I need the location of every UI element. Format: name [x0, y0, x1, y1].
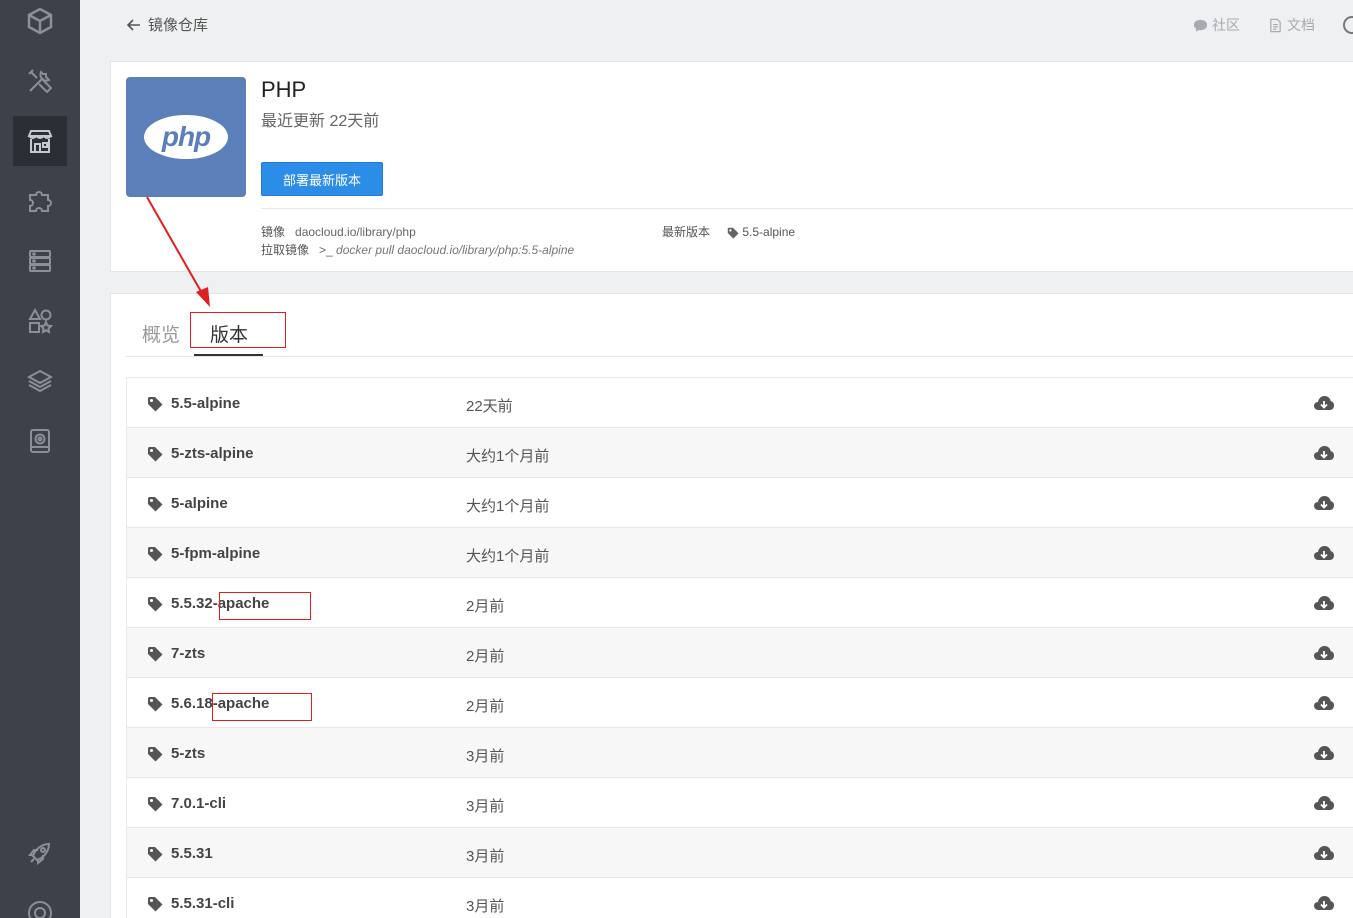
version-time: 22天前 — [466, 398, 513, 415]
image-updated: 最近更新 22天前 — [261, 113, 380, 130]
image-header-card: php PHP 最近更新 22天前 部署最新版本 镜像 daocloud.io/l… — [110, 61, 1353, 272]
php-logo: php — [126, 77, 246, 197]
version-row[interactable]: 7-zts 2月前 — [127, 628, 1353, 678]
cloud-download-icon[interactable] — [1313, 393, 1335, 413]
docs-label: 文档 — [1287, 17, 1315, 33]
puzzle-icon[interactable] — [13, 176, 67, 226]
pull-command[interactable]: docker pull daocloud.io/library/php:5.5-… — [336, 243, 574, 257]
version-list: 5.5-alpine 22天前 5-zts-alpine 大约1个月前 5-alpine… — [126, 377, 1353, 918]
shapes-icon[interactable] — [13, 296, 67, 346]
tools-icon[interactable] — [13, 56, 67, 106]
store-icon[interactable] — [13, 116, 67, 166]
cloud-download-icon[interactable] — [1313, 593, 1335, 613]
comment-icon — [1193, 19, 1208, 32]
cube-logo-icon[interactable] — [13, 0, 67, 46]
version-time: 2月前 — [466, 648, 505, 665]
help-icon[interactable] — [13, 888, 67, 918]
tag-icon — [147, 396, 163, 412]
active-tab-underline — [194, 354, 263, 356]
version-row[interactable]: 5-zts 3月前 — [127, 728, 1353, 778]
terminal-prompt: >_ — [319, 243, 333, 257]
version-time: 3月前 — [466, 798, 505, 815]
version-time: 2月前 — [466, 598, 505, 615]
version-name: 7.0.1-cli — [171, 795, 227, 812]
version-name: 7-zts — [171, 645, 206, 662]
camera-icon[interactable] — [13, 416, 67, 466]
server-icon[interactable] — [13, 236, 67, 286]
tag-icon — [147, 496, 163, 512]
tag-icon — [147, 446, 163, 462]
tag-icon — [147, 846, 163, 862]
community-label: 社区 — [1212, 17, 1240, 33]
deploy-latest-button[interactable]: 部署最新版本 — [261, 162, 383, 196]
sidebar — [0, 0, 80, 918]
divider — [261, 208, 1353, 209]
tag-icon — [147, 546, 163, 562]
document-icon — [1270, 18, 1281, 32]
rocket-icon[interactable] — [13, 828, 67, 878]
docs-link[interactable]: 文档 — [1268, 15, 1315, 35]
pull-meta: 拉取镜像 >_ docker pull daocloud.io/library/p… — [261, 241, 574, 258]
latest-meta: 最新版本 5.5-alpine — [662, 223, 795, 240]
version-row[interactable]: 5.5.31 3月前 — [127, 828, 1353, 878]
version-time: 2月前 — [466, 698, 505, 715]
cloud-download-icon[interactable] — [1313, 843, 1335, 863]
version-name: 5-zts — [171, 745, 206, 762]
cloud-download-icon[interactable] — [1313, 443, 1335, 463]
version-name: 5.5.31-cli — [171, 895, 235, 912]
pull-label: 拉取镜像 — [261, 243, 310, 257]
top-bar: 镜像仓库 社区 文档 — [80, 0, 1353, 50]
version-name: 5-fpm-alpine — [171, 545, 261, 562]
cloud-download-icon[interactable] — [1313, 693, 1335, 713]
version-row[interactable]: 5-fpm-alpine 大约1个月前 — [127, 528, 1353, 578]
version-row[interactable]: 5.5-alpine 22天前 — [127, 378, 1353, 428]
cloud-download-icon[interactable] — [1313, 543, 1335, 563]
cloud-download-icon[interactable] — [1313, 743, 1335, 763]
latest-value: 5.5-alpine — [742, 225, 796, 239]
arrow-left-icon — [126, 18, 140, 31]
back-link[interactable]: 镜像仓库 — [126, 14, 208, 35]
version-row[interactable]: 5-alpine 大约1个月前 — [127, 478, 1353, 528]
tag-icon — [147, 646, 163, 662]
version-name: 5-zts-alpine — [171, 445, 254, 462]
tag-icon — [728, 227, 739, 239]
version-row[interactable]: 7.0.1-cli 3月前 — [127, 778, 1353, 828]
image-meta: 镜像 daocloud.io/library/php — [261, 223, 416, 240]
tag-icon — [147, 896, 163, 912]
version-row[interactable]: 5-zts-alpine 大约1个月前 — [127, 428, 1353, 478]
cloud-download-icon[interactable] — [1313, 793, 1335, 813]
back-label: 镜像仓库 — [148, 17, 209, 34]
php-logo-text: php — [161, 121, 211, 152]
user-avatar-icon[interactable] — [1343, 16, 1353, 34]
version-row[interactable]: 5.5.31-cli 3月前 — [127, 878, 1353, 918]
annotation-box-tab — [190, 312, 286, 348]
version-time: 3月前 — [466, 898, 505, 915]
version-time: 大约1个月前 — [466, 448, 550, 465]
tag-icon — [147, 596, 163, 612]
image-title: PHP — [261, 77, 307, 102]
cloud-download-icon[interactable] — [1313, 893, 1335, 913]
tab-overview[interactable]: 概览 — [142, 320, 180, 347]
tag-icon — [147, 696, 163, 712]
tabs: 概览 版本 — [126, 312, 1353, 357]
layers-icon[interactable] — [13, 356, 67, 406]
version-time: 大约1个月前 — [466, 548, 550, 565]
version-name: 5.5.31 — [171, 845, 213, 862]
version-time: 3月前 — [466, 848, 505, 865]
image-label: 镜像 — [261, 225, 286, 239]
cloud-download-icon[interactable] — [1313, 493, 1335, 513]
version-name: 5-alpine — [171, 495, 228, 512]
version-name: 5.5-alpine — [171, 395, 241, 412]
annotation-box-apache-2 — [212, 693, 312, 721]
image-value: daocloud.io/library/php — [295, 225, 416, 239]
tag-icon — [147, 796, 163, 812]
latest-label: 最新版本 — [662, 225, 711, 239]
community-link[interactable]: 社区 — [1193, 15, 1240, 35]
cloud-download-icon[interactable] — [1313, 643, 1335, 663]
tag-icon — [147, 746, 163, 762]
version-time: 3月前 — [466, 748, 505, 765]
annotation-box-apache-1 — [219, 592, 311, 620]
version-time: 大约1个月前 — [466, 498, 550, 515]
